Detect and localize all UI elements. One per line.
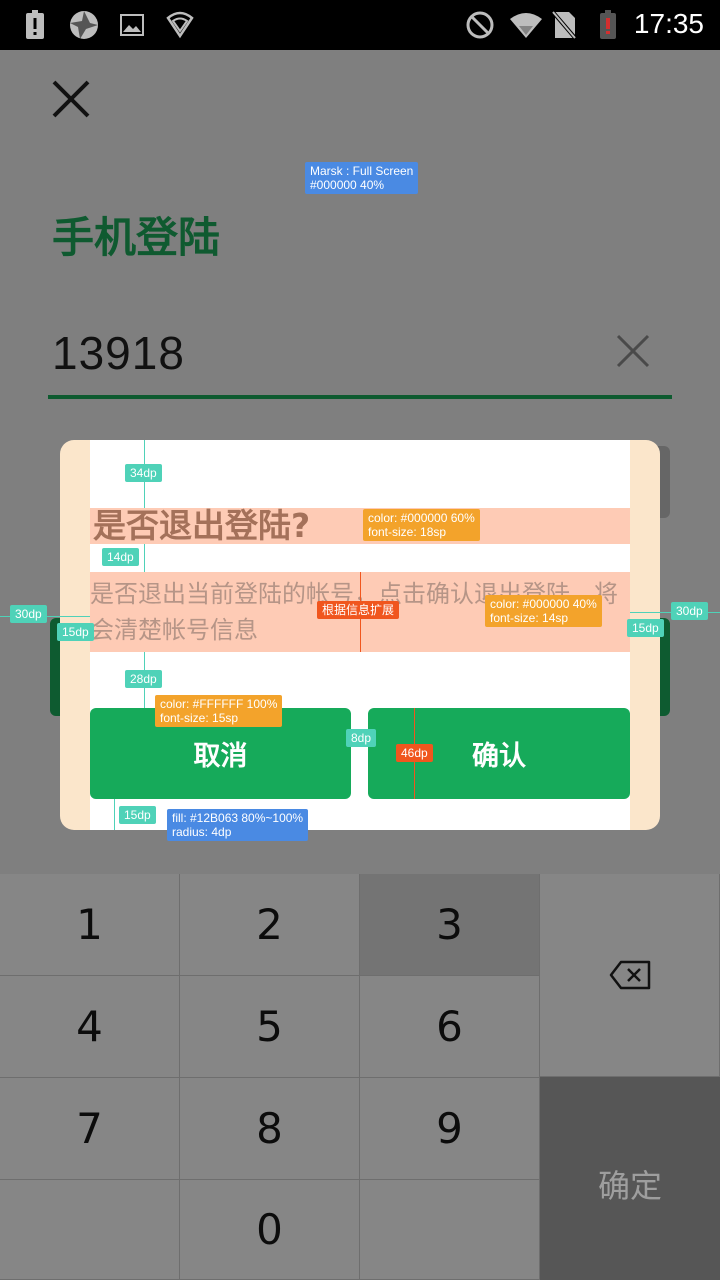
guide-line-14dp bbox=[144, 544, 145, 572]
key-7[interactable]: 7 bbox=[0, 1078, 180, 1180]
expand-tag: 根据信息扩展 bbox=[317, 601, 400, 619]
wifi-icon bbox=[508, 9, 544, 41]
mask-spec-tag: Marsk : Full Screen #000000 40% bbox=[305, 162, 419, 194]
key-5[interactable]: 5 bbox=[180, 976, 360, 1078]
clear-icon[interactable] bbox=[616, 334, 650, 368]
battery-low-icon bbox=[596, 9, 620, 41]
key-blank-left bbox=[0, 1180, 180, 1280]
key-8[interactable]: 8 bbox=[180, 1078, 360, 1180]
key-1[interactable]: 1 bbox=[0, 874, 180, 976]
backspace-icon bbox=[609, 951, 651, 1000]
spec-34dp-tag: 34dp bbox=[125, 464, 162, 482]
spec-46dp-tag: 46dp bbox=[396, 744, 433, 762]
clock: 17:35 bbox=[633, 8, 704, 39]
button-text-spec-tag: color: #FFFFFF 100% font-size: 15sp bbox=[155, 695, 283, 727]
alert-icon bbox=[22, 9, 48, 41]
key-9[interactable]: 9 bbox=[360, 1078, 540, 1180]
logout-dialog: 是否退出登陆? 是否退出当前登陆的帐号，点击确认退出登陆，将会清楚帐号信息 取消… bbox=[60, 440, 660, 830]
spec-15dp-bottom-tag: 15dp bbox=[119, 806, 156, 824]
spec-15dp-right-tag: 15dp bbox=[627, 619, 664, 637]
key-4[interactable]: 4 bbox=[0, 976, 180, 1078]
shield-wifi-icon bbox=[164, 9, 196, 41]
key-2[interactable]: 2 bbox=[180, 874, 360, 976]
page-title: 手机登陆 bbox=[52, 213, 221, 262]
phone-input-underline bbox=[48, 395, 672, 399]
spec-30dp-right-tag: 30dp bbox=[671, 602, 708, 620]
dialog-content: 是否退出登陆? 是否退出当前登陆的帐号，点击确认退出登陆，将会清楚帐号信息 取消… bbox=[90, 440, 630, 830]
phone-input[interactable]: 13918 bbox=[52, 326, 185, 380]
spec-14dp-tag: 14dp bbox=[102, 548, 139, 566]
no-sim-icon bbox=[550, 9, 578, 41]
key-0[interactable]: 0 bbox=[180, 1180, 360, 1280]
message-spec-tag: color: #000000 40% font-size: 14sp bbox=[485, 595, 602, 627]
spec-30dp-left-tag: 30dp bbox=[10, 605, 47, 623]
button-fill-spec-tag: fill: #12B063 80%~100% radius: 4dp bbox=[167, 809, 309, 841]
key-blank-right bbox=[360, 1180, 540, 1280]
number-keypad: 1 2 3 4 5 6 7 8 9 0 确定 bbox=[0, 874, 720, 1280]
ok-key[interactable]: 确定 bbox=[540, 1077, 720, 1280]
do-not-disturb-icon bbox=[464, 9, 496, 41]
spec-8dp-tag: 8dp bbox=[346, 729, 377, 747]
spec-15dp-left-tag: 15dp bbox=[57, 623, 94, 641]
key-3[interactable]: 3 bbox=[360, 874, 540, 976]
image-icon bbox=[118, 9, 146, 41]
title-spec-tag: color: #000000 60% font-size: 18sp bbox=[363, 509, 480, 541]
aperture-icon bbox=[66, 9, 102, 41]
guide-line-15dp-bottom bbox=[114, 799, 115, 830]
delete-key[interactable] bbox=[540, 874, 720, 1077]
status-bar: 17:35 bbox=[0, 0, 720, 50]
key-6[interactable]: 6 bbox=[360, 976, 540, 1078]
close-icon[interactable] bbox=[52, 80, 90, 118]
spec-28dp-tag: 28dp bbox=[125, 670, 162, 688]
dialog-title: 是否退出登陆? bbox=[93, 506, 311, 545]
